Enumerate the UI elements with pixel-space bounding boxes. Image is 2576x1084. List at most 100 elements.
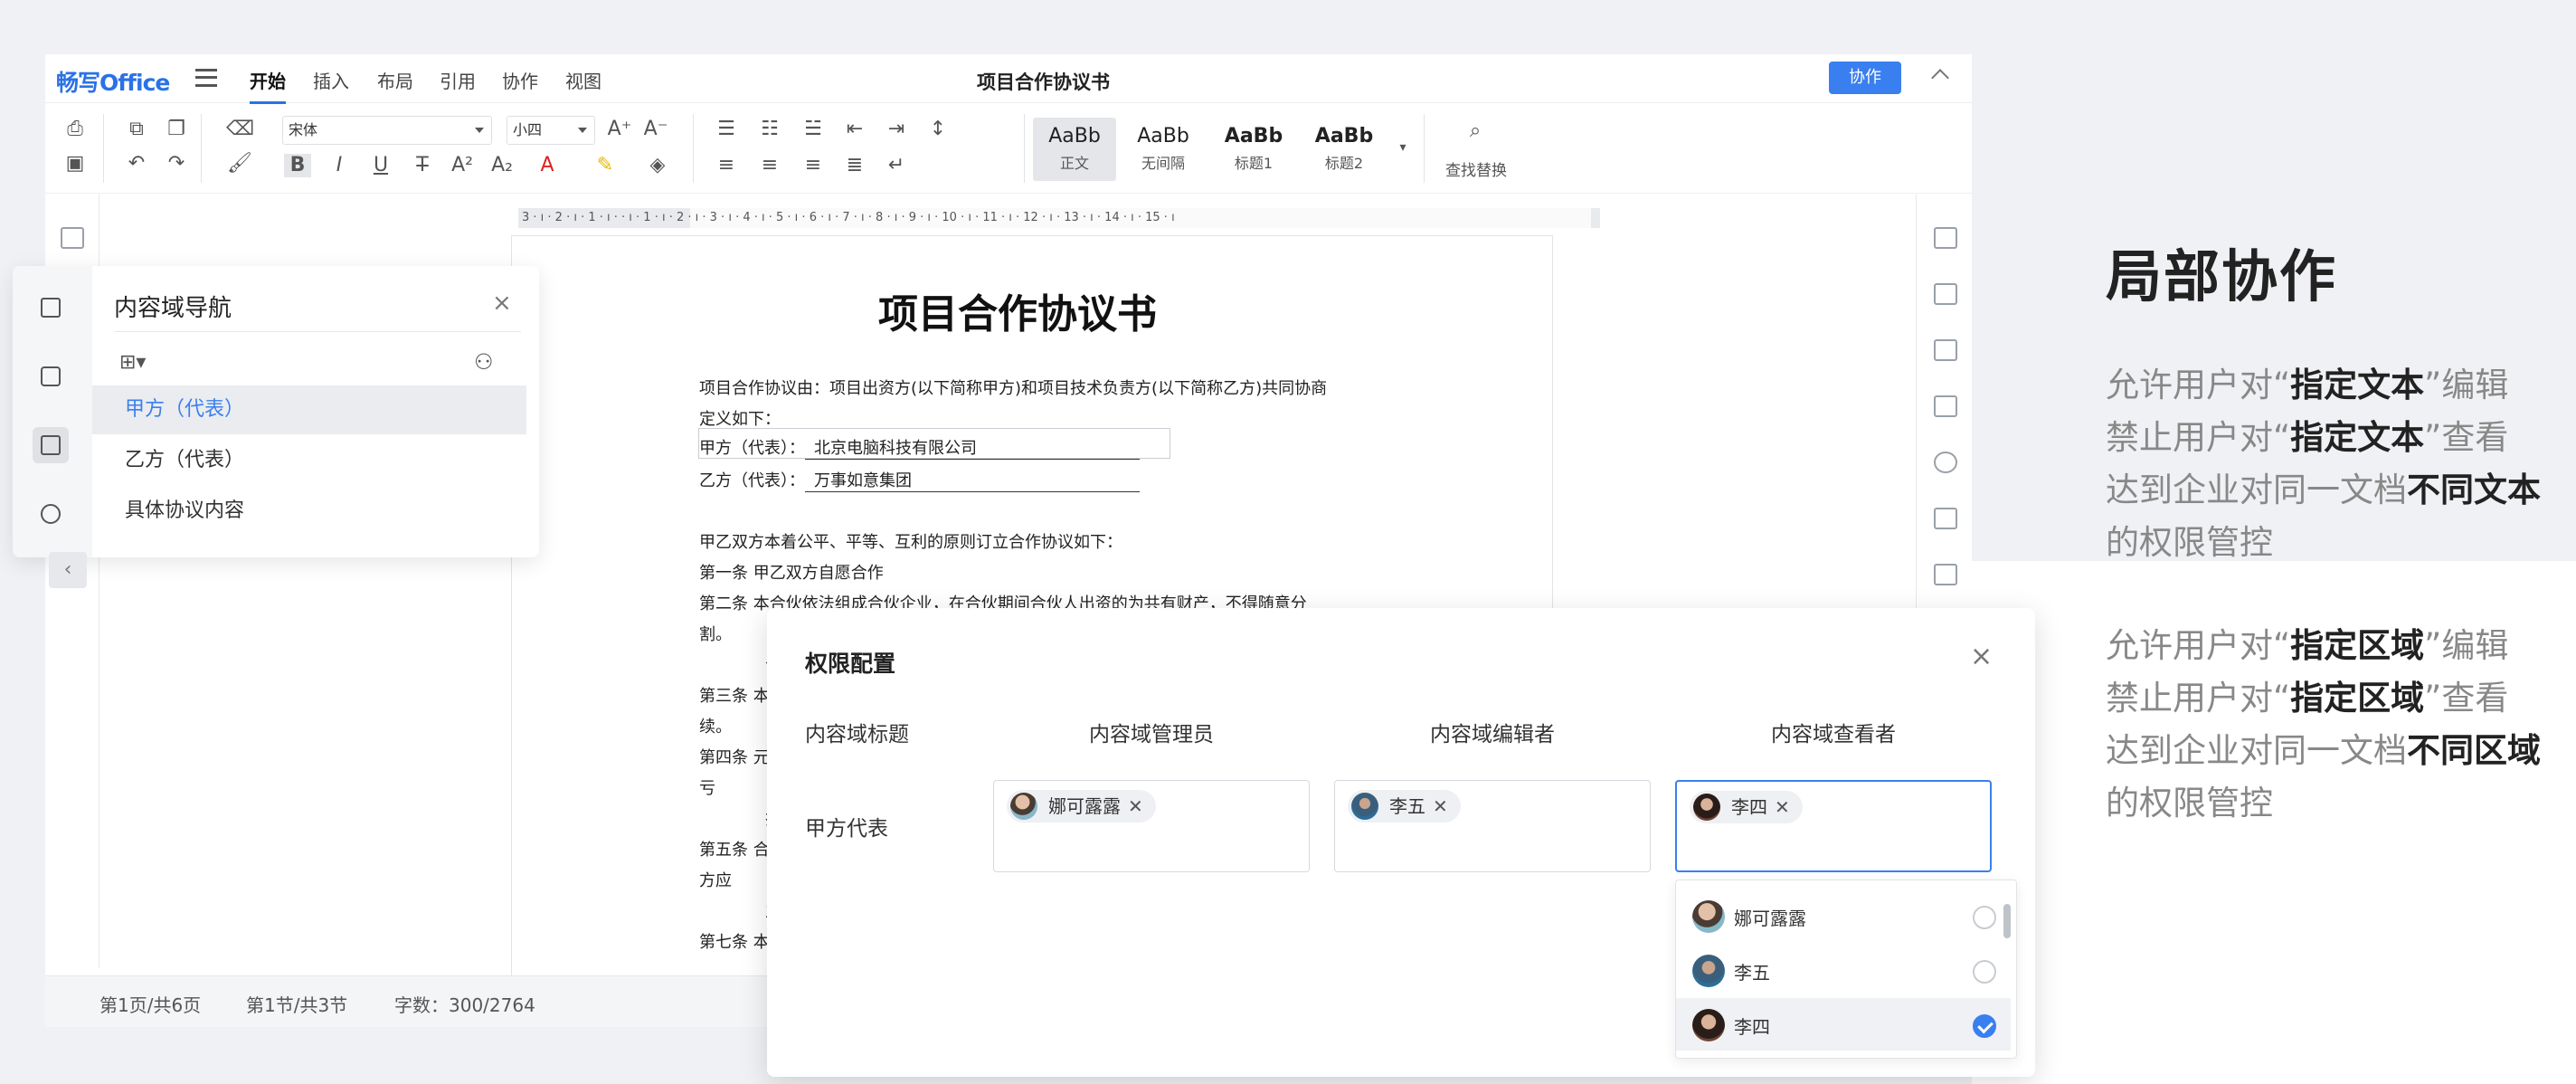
tab-reference[interactable]: 引用 bbox=[440, 67, 476, 93]
doc-line: 割。 bbox=[699, 625, 732, 644]
party-b-value[interactable]: 万事如意集团 bbox=[805, 468, 1140, 492]
style-more-icon[interactable]: ▾ bbox=[1389, 136, 1416, 159]
multilevel-list-icon[interactable]: ☱ bbox=[800, 118, 827, 141]
number-list-icon[interactable]: ☷ bbox=[756, 118, 783, 141]
undo-icon[interactable]: ↶ bbox=[123, 152, 150, 176]
tab-layout[interactable]: 布局 bbox=[377, 67, 413, 93]
increase-indent-icon[interactable]: ⇥ bbox=[883, 118, 910, 141]
admin-select[interactable]: 娜可露露 ✕ bbox=[993, 780, 1310, 872]
redo-icon[interactable]: ↷ bbox=[163, 152, 190, 176]
remove-icon[interactable]: ✕ bbox=[1433, 795, 1448, 817]
check-icon[interactable] bbox=[1973, 1014, 1996, 1038]
column-header: 内容域标题 bbox=[805, 723, 909, 746]
grow-font-icon[interactable]: A⁺ bbox=[606, 118, 633, 141]
chip-label: 娜可露露 bbox=[1048, 795, 1121, 817]
ruler-ticks: 3 · ı · 2 · ı · 1 · ı · · ı · 1 · ı · 2 … bbox=[522, 211, 1175, 224]
align-left-icon[interactable]: ≡ bbox=[713, 154, 740, 177]
table-icon[interactable] bbox=[1934, 283, 1957, 305]
font-size-select[interactable]: 小四 bbox=[507, 116, 595, 145]
page-indicator: 第1页/共6页 bbox=[99, 994, 202, 1016]
dropdown-option[interactable]: 李五 bbox=[1676, 944, 2011, 996]
content-control-icon[interactable] bbox=[33, 427, 69, 463]
print-icon[interactable]: ⎙ bbox=[62, 118, 89, 141]
bullet-list-icon[interactable]: ☰ bbox=[713, 118, 740, 141]
align-right-icon[interactable]: ≡ bbox=[800, 154, 827, 177]
avatar bbox=[1692, 900, 1725, 933]
insert-control-icon[interactable]: ⊞▾ bbox=[119, 351, 146, 374]
user-chip: 李五 ✕ bbox=[1348, 790, 1461, 823]
chat-icon[interactable] bbox=[33, 496, 69, 532]
remove-icon[interactable]: ✕ bbox=[1128, 795, 1143, 817]
party-a-value[interactable]: 北京电脑科技有限公司 bbox=[805, 435, 1140, 460]
subscript-icon[interactable]: A₂ bbox=[488, 154, 516, 177]
save-icon[interactable]: ▣ bbox=[62, 152, 89, 176]
tab-insert[interactable]: 插入 bbox=[313, 67, 349, 93]
tab-collab[interactable]: 协作 bbox=[502, 67, 538, 93]
nav-item-agreement[interactable]: 具体协议内容 bbox=[92, 487, 526, 536]
remove-icon[interactable]: ✕ bbox=[1775, 796, 1790, 818]
nav-outline-icon[interactable] bbox=[33, 290, 69, 326]
column-header: 内容域查看者 bbox=[1771, 723, 1896, 746]
horizontal-ruler[interactable]: 3 · ı · 2 · ı · 1 · ı · · ı · 1 · ı · 2 … bbox=[518, 208, 1600, 228]
shading-icon[interactable]: ◈ bbox=[644, 154, 671, 177]
row-label: 甲方代表 bbox=[805, 817, 888, 841]
chevron-left-icon[interactable]: ‹ bbox=[49, 552, 87, 588]
underline-icon[interactable]: U bbox=[367, 154, 394, 177]
nav-panel-icon[interactable] bbox=[61, 227, 84, 249]
text-line: 达到企业对同一文档不同文本 bbox=[2106, 471, 2541, 509]
text-art-icon[interactable] bbox=[1934, 564, 1957, 585]
close-icon[interactable]: × bbox=[492, 290, 512, 317]
image-icon[interactable] bbox=[1934, 339, 1957, 361]
user-permission-icon[interactable]: ⚇ bbox=[474, 349, 494, 375]
superscript-icon[interactable]: A² bbox=[449, 154, 476, 177]
nav-item-party-b[interactable]: 乙方（代表） bbox=[92, 436, 526, 485]
shape-icon[interactable] bbox=[1934, 452, 1957, 473]
menu-icon[interactable] bbox=[195, 69, 217, 87]
tab-start[interactable]: 开始 bbox=[250, 67, 286, 104]
dropdown-option[interactable]: 李四 bbox=[1676, 998, 2011, 1051]
italic-icon[interactable]: I bbox=[326, 154, 353, 177]
line-spacing-icon[interactable]: ↕ bbox=[924, 118, 952, 141]
find-replace-icon[interactable]: ⌕ bbox=[1462, 119, 1489, 143]
editor-select[interactable]: 李五 ✕ bbox=[1334, 780, 1651, 872]
tab-view[interactable]: 视图 bbox=[565, 67, 601, 93]
bold-icon[interactable]: B bbox=[284, 154, 311, 177]
comment-icon[interactable] bbox=[33, 358, 69, 395]
paragraph-mark-icon[interactable]: ↵ bbox=[883, 154, 910, 177]
font-color-icon[interactable]: A bbox=[534, 154, 561, 177]
font-family-select[interactable]: 宋体 bbox=[282, 116, 492, 145]
find-replace-label[interactable]: 查找替换 bbox=[1445, 157, 1507, 180]
word-count[interactable]: 字数：300/2764 bbox=[394, 991, 535, 1017]
collab-button[interactable]: 协作 bbox=[1829, 62, 1901, 94]
style-no-spacing[interactable]: AaBb 无间隔 bbox=[1122, 118, 1205, 181]
style-heading-1[interactable]: AaBb 标题1 bbox=[1212, 118, 1295, 181]
style-preview: AaBb bbox=[1048, 125, 1101, 147]
eraser-icon[interactable]: ⌫ bbox=[226, 118, 254, 141]
close-icon[interactable]: × bbox=[1970, 641, 1993, 672]
nav-item-party-a[interactable]: 甲方（代表） bbox=[92, 385, 526, 434]
shrink-font-icon[interactable]: A⁻ bbox=[642, 118, 669, 141]
checkbox-icon[interactable] bbox=[1973, 960, 1996, 984]
collapse-ribbon-icon[interactable] bbox=[1931, 69, 1949, 87]
paragraph-settings-icon[interactable] bbox=[1934, 227, 1957, 249]
style-normal[interactable]: AaBb 正文 bbox=[1033, 118, 1116, 181]
copy-icon[interactable]: ⧉ bbox=[123, 118, 150, 141]
chart-icon[interactable] bbox=[1934, 508, 1957, 529]
format-painter-icon[interactable]: 🖌 bbox=[226, 152, 253, 176]
avatar bbox=[1692, 1009, 1725, 1041]
viewer-select[interactable]: 李四 ✕ bbox=[1675, 780, 1992, 872]
style-heading-2[interactable]: AaBb 标题2 bbox=[1302, 118, 1386, 181]
checkbox-icon[interactable] bbox=[1973, 906, 1996, 929]
dialog-title: 权限配置 bbox=[805, 651, 896, 677]
highlight-icon[interactable]: ✎ bbox=[592, 154, 619, 177]
justify-icon[interactable]: ≣ bbox=[841, 154, 868, 177]
align-center-icon[interactable]: ≡ bbox=[756, 154, 783, 177]
style-preview: AaBb bbox=[1137, 125, 1189, 147]
dropdown-option[interactable]: 娜可露露 bbox=[1676, 889, 2011, 942]
header-footer-icon[interactable] bbox=[1934, 395, 1957, 417]
strikethrough-icon[interactable]: T bbox=[409, 154, 436, 177]
paste-icon[interactable]: ❐ bbox=[163, 118, 190, 141]
scrollbar[interactable] bbox=[2003, 904, 2011, 938]
decrease-indent-icon[interactable]: ⇤ bbox=[841, 118, 868, 141]
style-preview: AaBb bbox=[1314, 125, 1374, 147]
